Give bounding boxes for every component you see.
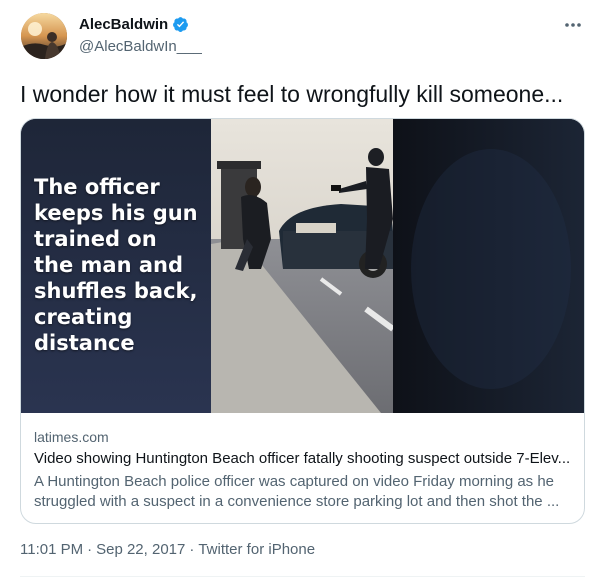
- card-title[interactable]: Video showing Huntington Beach officer f…: [34, 450, 579, 467]
- author-name-row: AlecBaldwin: [79, 16, 189, 33]
- tweet-text: I wonder how it must feel to wrongfully …: [20, 81, 564, 107]
- card-media-image[interactable]: The officer keeps his gun trained on the…: [21, 119, 584, 413]
- tweet-source[interactable]: Twitter for iPhone: [198, 541, 315, 558]
- avatar[interactable]: [21, 13, 67, 59]
- meta-separator: ·: [87, 541, 93, 558]
- avatar-image: [21, 13, 67, 59]
- tweet: AlecBaldwin @AlecBaldwIn___ I wonder how…: [0, 0, 600, 579]
- link-card[interactable]: The officer keeps his gun trained on the…: [20, 118, 585, 524]
- tweet-date[interactable]: Sep 22, 2017: [96, 541, 185, 558]
- divider: [20, 576, 585, 577]
- card-description: A Huntington Beach police officer was ca…: [34, 473, 560, 510]
- meta-separator: ·: [189, 541, 195, 558]
- tweet-time[interactable]: 11:01 PM: [20, 541, 83, 558]
- media-caption: The officer keeps his gun trained on the…: [34, 175, 198, 355]
- author-handle[interactable]: @AlecBaldwIn___: [79, 38, 202, 55]
- card-domain: latimes.com: [34, 429, 109, 445]
- author-display-name[interactable]: AlecBaldwin: [79, 16, 168, 33]
- card-body[interactable]: latimes.com Video showing Huntington Bea…: [21, 413, 584, 523]
- more-dots-icon[interactable]: [563, 18, 583, 32]
- verified-badge-icon: [173, 17, 189, 32]
- tweet-meta: 11:01 PM · Sep 22, 2017 · Twitter for iP…: [20, 541, 315, 558]
